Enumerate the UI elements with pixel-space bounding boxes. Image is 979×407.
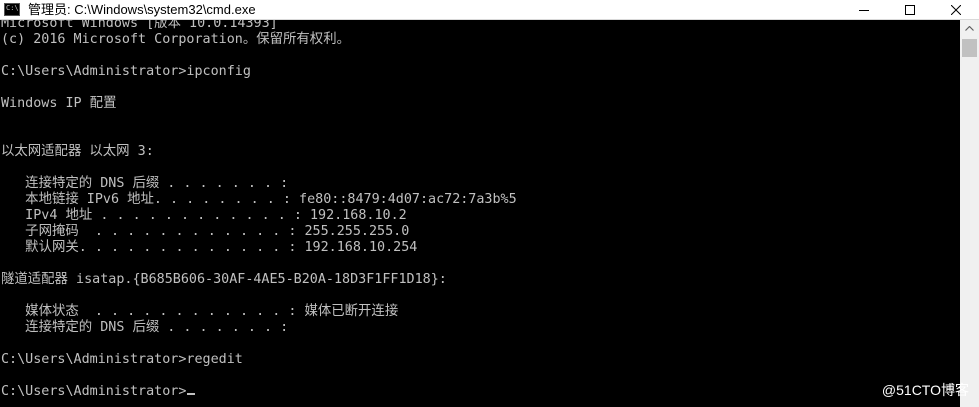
console-line: 媒体状态 . . . . . . . . . . . . : 媒体已断开连接 (1, 304, 399, 319)
minimize-button[interactable] (841, 0, 887, 20)
console-line: 连接特定的 DNS 后缀 . . . . . . . : (1, 320, 289, 335)
console-line: 默认网关. . . . . . . . . . . . . : 192.168.… (1, 240, 418, 255)
console-line: 子网掩码 . . . . . . . . . . . . : 255.255.2… (1, 224, 410, 239)
window-title: 管理员: C:\Windows\system32\cmd.exe (28, 2, 256, 17)
vertical-scrollbar[interactable] (960, 20, 979, 407)
console-line: Windows IP 配置 (1, 96, 117, 111)
console-line: C:\Users\Administrator>regedit (1, 352, 243, 367)
minimize-icon (859, 10, 869, 11)
scroll-thumb[interactable] (962, 39, 977, 57)
console-line: (c) 2016 Microsoft Corporation。保留所有权利。 (1, 32, 350, 47)
console-line: 本地链接 IPv6 地址. . . . . . . . : fe80::8479… (1, 192, 517, 207)
text-cursor (187, 393, 196, 395)
console-line: C:\Users\Administrator> (1, 384, 517, 400)
console-line: C:\Users\Administrator>ipconfig (1, 64, 251, 79)
scroll-up-button[interactable] (960, 20, 979, 37)
close-button[interactable] (933, 0, 979, 20)
title-bar[interactable]: C:\ 管理员: C:\Windows\system32\cmd.exe (0, 0, 979, 20)
cmd-app-icon[interactable]: C:\ (4, 3, 20, 16)
console-line: Microsoft Windows [版本 10.0.14393] (1, 20, 278, 31)
cmd-app-icon-text: C:\ (6, 4, 19, 12)
console-line: 以太网适配器 以太网 3: (1, 144, 154, 159)
console-line: 连接特定的 DNS 后缀 . . . . . . . : (1, 176, 289, 191)
maximize-icon (905, 5, 915, 15)
console-output[interactable]: Microsoft Windows [版本 10.0.14393] (c) 201… (0, 20, 960, 407)
close-icon (951, 5, 961, 15)
console-line: 隧道适配器 isatap.{B685B606-30AF-4AE5-B20A-18… (1, 272, 447, 287)
watermark: @51CTO博客 (881, 382, 969, 398)
console-lines: Microsoft Windows [版本 10.0.14393] (c) 201… (1, 20, 517, 400)
chevron-up-icon (965, 26, 974, 31)
console-line: IPv4 地址 . . . . . . . . . . . . : 192.16… (1, 208, 407, 223)
maximize-button[interactable] (887, 0, 933, 20)
